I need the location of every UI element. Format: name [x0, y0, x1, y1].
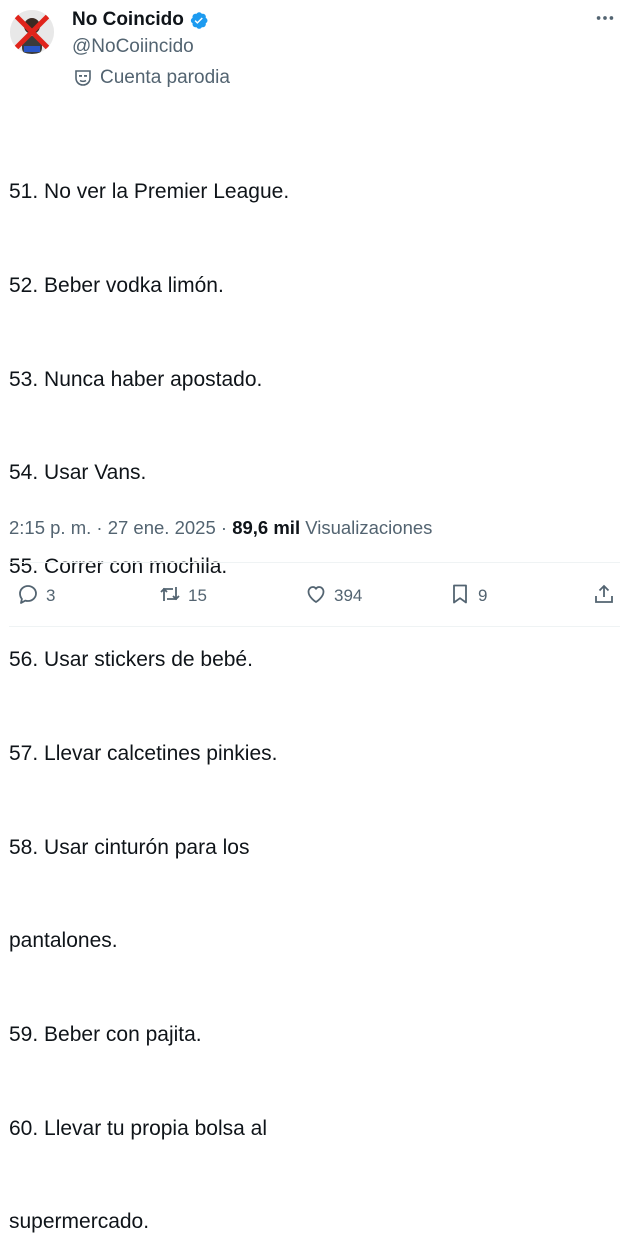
- divider: [9, 626, 620, 627]
- bookmark-count: 9: [478, 586, 488, 605]
- avatar[interactable]: [10, 10, 54, 54]
- author-handle[interactable]: @NoCoiincido: [72, 35, 194, 59]
- share-button[interactable]: [592, 578, 616, 614]
- bookmark-button[interactable]: 9: [448, 578, 487, 614]
- like-count: 394: [334, 586, 363, 605]
- repost-button[interactable]: 15: [158, 578, 207, 614]
- parody-mask-icon: [74, 69, 92, 87]
- tweet-line: 54. Usar Vans.: [9, 461, 147, 485]
- like-button[interactable]: 394: [304, 578, 362, 614]
- tweet-date[interactable]: 27 ene. 2025: [108, 517, 216, 538]
- parody-text: Cuenta parodia: [100, 67, 230, 88]
- tweet-line: 57. Llevar calcetines pinkies.: [9, 742, 278, 766]
- author-display-name[interactable]: No Coincido: [72, 8, 184, 32]
- tweet-line: 51. No ver la Premier League.: [9, 180, 290, 204]
- views-label: Visualizaciones: [305, 517, 433, 538]
- more-dots-icon: [594, 7, 616, 34]
- tweet-line: supermercado.: [9, 1210, 150, 1234]
- tweet-line: 53. Nunca haber apostado.: [9, 367, 263, 391]
- tweet-line: 56. Usar stickers de bebé.: [9, 648, 253, 672]
- reply-button[interactable]: 3: [16, 578, 55, 614]
- meta-separator: ·: [96, 517, 103, 538]
- meta-separator: ·: [220, 517, 228, 538]
- divider: [9, 562, 620, 563]
- tweet-text: 51. No ver la Premier League. 52. Beber …: [9, 114, 609, 1258]
- views-count[interactable]: 89,6 mil: [232, 517, 300, 538]
- tweet-line: pantalones.: [9, 929, 118, 953]
- repost-count: 15: [188, 586, 207, 605]
- tweet-meta: 2:15 p. m. · 27 ene. 2025 · 89,6 mil Vis…: [9, 516, 432, 540]
- action-bar: 3 15 394 9: [0, 578, 629, 614]
- bookmark-icon: [448, 582, 472, 611]
- reply-count: 3: [46, 586, 56, 605]
- verified-badge-icon: [188, 10, 209, 31]
- more-options-button[interactable]: [591, 6, 619, 34]
- parody-label: Cuenta parodia: [74, 66, 230, 90]
- heart-icon: [304, 582, 328, 611]
- tweet-line: 59. Beber con pajita.: [9, 1022, 202, 1046]
- tweet-line: 60. Llevar tu propia bolsa al: [9, 1116, 267, 1140]
- share-icon: [592, 582, 616, 611]
- tweet-time[interactable]: 2:15 p. m.: [9, 517, 91, 538]
- reply-icon: [16, 582, 40, 611]
- repost-icon: [158, 582, 182, 611]
- author-name-row[interactable]: No Coincido: [72, 8, 209, 32]
- tweet-line: 58. Usar cinturón para los: [9, 835, 250, 859]
- tweet-line: 52. Beber vodka limón.: [9, 274, 224, 298]
